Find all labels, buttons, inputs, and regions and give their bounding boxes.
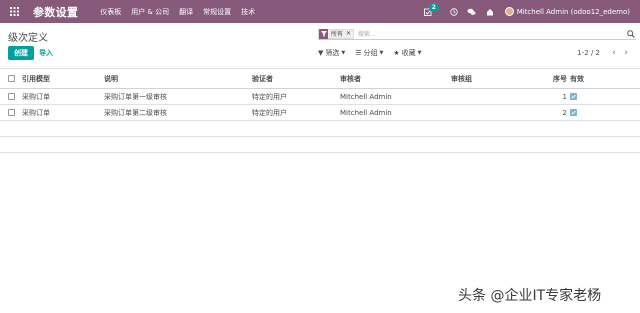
filters-dropdown[interactable]: ▼ 筛选 ▼ <box>318 48 345 58</box>
check-icon <box>570 109 577 116</box>
group-by-dropdown[interactable]: ☰ 分组 ▼ <box>355 48 383 58</box>
activity-count-badge: 2 <box>428 4 439 12</box>
table-footer <box>0 137 640 153</box>
active-checkbox <box>570 105 577 120</box>
select-all-checkbox[interactable] <box>8 69 15 88</box>
search-input[interactable]: 搜索... <box>358 29 626 38</box>
cell-sequence: 2 <box>562 108 567 117</box>
menu-item-dashboard[interactable]: 仪表板 <box>100 7 121 17</box>
facet-close-icon[interactable]: ✕ <box>346 30 353 37</box>
breadcrumb: 级次定义 <box>8 33 48 44</box>
menu-item-users-companies[interactable]: 用户 & 公司 <box>131 7 169 17</box>
cell-verifier: 特定的用户 <box>252 92 287 101</box>
star-icon: ★ <box>393 49 400 57</box>
previous-page-icon[interactable]: ‹ <box>608 48 620 58</box>
top-navbar: 参数设置 仪表板 用户 & 公司 翻译 常规设置 技术 2 Mitchell A… <box>0 0 640 23</box>
active-checkbox <box>570 89 577 104</box>
user-name: Mitchell Admin (odoo12_edemo) <box>516 7 630 16</box>
funnel-icon: ▼ <box>318 49 324 57</box>
menu-item-translations[interactable]: 翻译 <box>179 7 193 17</box>
chevron-down-icon: ▼ <box>417 50 422 56</box>
pager: 1-2 / 2 ‹ › <box>577 48 632 58</box>
chevron-down-icon: ▼ <box>341 50 346 56</box>
search-facet-label: 所有 <box>331 31 344 38</box>
menu-item-technical[interactable]: 技术 <box>241 7 255 17</box>
avatar <box>504 7 514 16</box>
app-title: 参数设置 <box>33 5 79 19</box>
cell-model: 采购订单 <box>22 92 50 101</box>
filters-label: 筛选 <box>325 49 340 57</box>
menu-item-general-settings[interactable]: 常规设置 <box>203 7 231 17</box>
column-header-verifier[interactable]: 验证者 <box>252 69 273 88</box>
navbar-systray: 2 Mitchell Admin (odoo12_edemo) <box>419 0 640 23</box>
watermark-text: 头条 @企业IT专家老杨 <box>458 288 602 304</box>
list-icon: ☰ <box>355 49 362 57</box>
import-button[interactable]: 导入 <box>37 46 55 60</box>
empty-row <box>0 121 640 137</box>
table-header: 引用模型 说明 验证者 审核者 审核组 序号 有效 <box>0 68 640 89</box>
cell-description: 采购订单第二级审核 <box>104 108 167 117</box>
column-header-sequence[interactable]: 序号 <box>530 69 567 88</box>
next-page-icon[interactable]: › <box>620 48 632 58</box>
search-icon[interactable] <box>626 29 636 39</box>
column-header-description[interactable]: 说明 <box>104 69 118 88</box>
cell-description: 采购订单第一级审核 <box>104 92 167 101</box>
column-header-active[interactable]: 有效 <box>570 69 584 88</box>
column-header-reviewer[interactable]: 审核者 <box>340 69 361 88</box>
cell-reviewer: Mitchell Admin <box>340 92 392 101</box>
pager-value[interactable]: 1-2 / 2 <box>577 49 600 57</box>
favorites-label: 收藏 <box>401 49 416 57</box>
main-menu: 仪表板 用户 & 公司 翻译 常规设置 技术 <box>100 7 265 17</box>
activity-icon[interactable]: 2 <box>419 0 439 23</box>
cell-sequence: 1 <box>562 92 567 101</box>
cell-reviewer: Mitchell Admin <box>340 108 392 117</box>
search-facet: 所有 ✕ <box>318 28 355 39</box>
table-row[interactable]: 采购订单 采购订单第二级审核 特定的用户 Mitchell Admin 2 <box>0 105 640 121</box>
column-header-review-group[interactable]: 审核组 <box>451 69 472 88</box>
column-header-model[interactable]: 引用模型 <box>22 69 50 88</box>
filter-icon <box>319 28 328 39</box>
group-by-label: 分组 <box>363 49 378 57</box>
favorites-dropdown[interactable]: ★ 收藏 ▼ <box>393 48 421 58</box>
user-menu[interactable]: Mitchell Admin (odoo12_edemo) <box>504 7 630 16</box>
list-view: 引用模型 说明 验证者 审核者 审核组 序号 有效 采购订单 采购订单第一级审核… <box>0 68 640 153</box>
chat-icon[interactable] <box>463 0 481 23</box>
table-row[interactable]: 采购订单 采购订单第一级审核 特定的用户 Mitchell Admin 1 <box>0 89 640 105</box>
cell-verifier: 特定的用户 <box>252 108 287 117</box>
check-icon <box>570 93 577 100</box>
chevron-down-icon: ▼ <box>379 50 384 56</box>
clock-icon[interactable] <box>445 0 463 23</box>
cell-model: 采购订单 <box>22 108 50 117</box>
apps-menu-icon[interactable] <box>3 0 25 23</box>
search-bar: 所有 ✕ 搜索... <box>318 28 636 40</box>
row-checkbox[interactable] <box>8 105 15 120</box>
row-checkbox[interactable] <box>8 89 15 104</box>
search-options: ▼ 筛选 ▼ ☰ 分组 ▼ ★ 收藏 ▼ <box>318 48 432 58</box>
home-icon[interactable] <box>481 0 499 23</box>
create-button[interactable]: 创建 <box>8 46 34 60</box>
